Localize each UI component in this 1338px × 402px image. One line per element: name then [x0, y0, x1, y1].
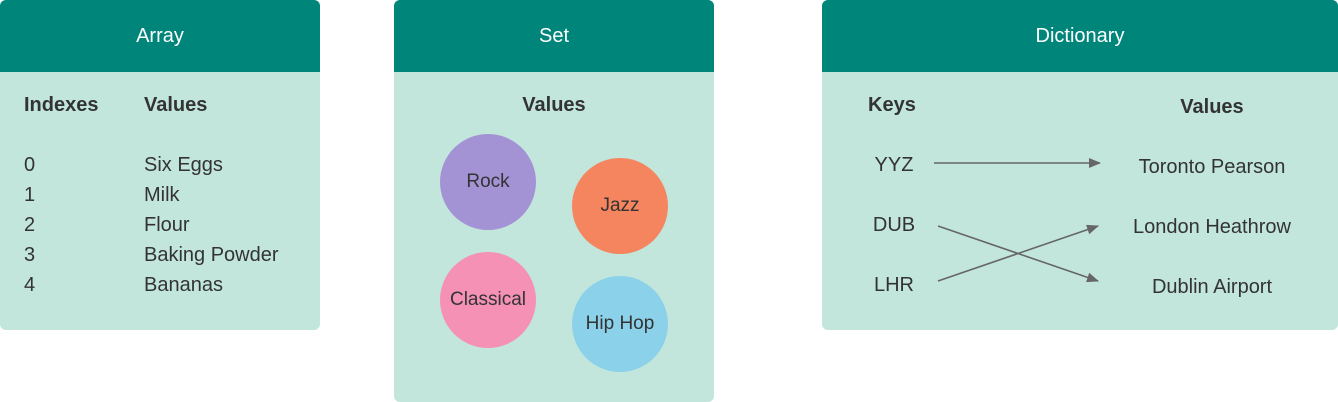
array-value-cell: Milk: [144, 184, 180, 206]
array-value-cell: Flour: [144, 214, 190, 236]
set-item-jazz: Jazz: [572, 158, 668, 254]
array-index-cell: 4: [24, 274, 36, 296]
array-index-cell: 1: [24, 184, 36, 206]
set-item-rock: Rock: [440, 134, 536, 230]
array-index-cell: 0: [24, 154, 36, 176]
array-index-header: Indexes: [24, 94, 99, 116]
set-item-hip-hop: Hip Hop: [572, 276, 668, 372]
dictionary-panel: Dictionary Keys Values YYZ DUB LHR Toron…: [822, 0, 1338, 330]
array-value-cell: Baking Powder: [144, 244, 279, 266]
dictionary-mapping-arrows: [934, 158, 1101, 283]
array-value-header: Values: [144, 94, 208, 116]
array-index-cell: 3: [24, 244, 36, 266]
array-panel: Array Indexes Values 0 Six Eggs 1 Milk 2…: [0, 0, 320, 330]
set-value-header: Values: [522, 94, 586, 116]
array-value-cell: Bananas: [144, 274, 223, 296]
set-panel: Set Values Rock Jazz Classical Hip Hop: [394, 0, 714, 402]
array-index-cell: 2: [24, 214, 36, 236]
array-title: Array: [0, 0, 320, 72]
set-title: Set: [394, 0, 714, 72]
array-value-cell: Six Eggs: [144, 154, 223, 176]
set-item-classical: Classical: [440, 252, 536, 348]
